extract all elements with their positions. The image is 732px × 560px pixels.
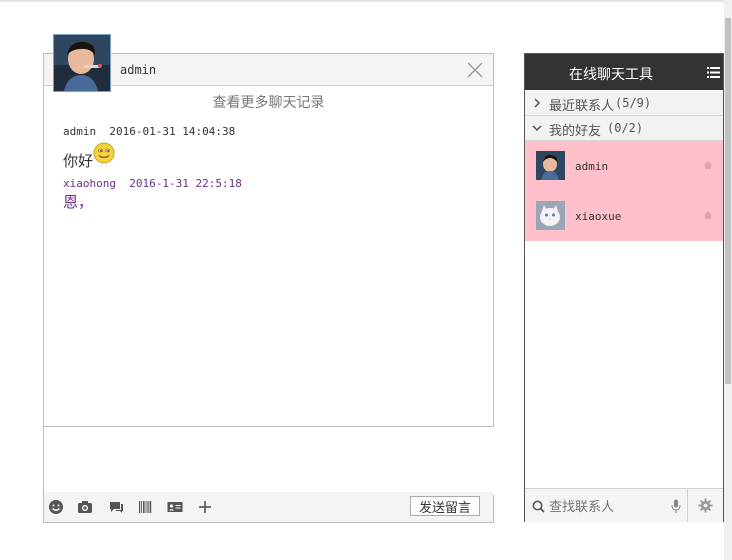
friend-item[interactable]: xiaoxue bbox=[525, 191, 723, 241]
friend-name: xiaoxue bbox=[575, 210, 622, 223]
group-count: (5/9) bbox=[615, 96, 652, 110]
send-message-button[interactable]: 发送留言 bbox=[410, 496, 480, 516]
avatar bbox=[536, 201, 565, 230]
panel-footer bbox=[525, 488, 723, 522]
message-time: 2016-01-31 14:04:38 bbox=[109, 125, 236, 138]
chat-bubble-icon[interactable] bbox=[108, 499, 124, 515]
chat-contact-name: admin bbox=[120, 63, 157, 77]
contact-avatar bbox=[53, 34, 111, 92]
chat-toolbar: 发送留言 bbox=[44, 492, 493, 522]
more-history-link[interactable]: 查看更多聊天记录 bbox=[44, 92, 493, 112]
contact-panel: 在线聊天工具 最近联系人 (5/9) 我的好友 (0/2) admin xiao… bbox=[524, 53, 724, 522]
card-icon[interactable] bbox=[167, 499, 183, 515]
gear-icon[interactable] bbox=[698, 498, 713, 513]
reply-sender: xiaohong bbox=[63, 177, 116, 190]
group-recent-contacts[interactable]: 最近联系人 (5/9) bbox=[525, 91, 723, 116]
top-border bbox=[0, 0, 732, 2]
reply-time: 2016-1-31 22:5:18 bbox=[129, 177, 242, 190]
home-icon bbox=[703, 211, 713, 219]
microphone-icon[interactable] bbox=[671, 499, 681, 514]
home-icon bbox=[703, 161, 713, 169]
panel-title: 在线聊天工具 bbox=[569, 66, 653, 82]
friend-name: admin bbox=[575, 160, 609, 173]
chevron-down-icon bbox=[532, 125, 542, 132]
search-icon bbox=[532, 500, 545, 513]
chevron-right-icon bbox=[534, 98, 541, 108]
close-icon[interactable] bbox=[464, 59, 486, 81]
contact-search-input[interactable] bbox=[549, 496, 664, 516]
scrollbar-thumb[interactable] bbox=[725, 18, 731, 384]
avatar bbox=[536, 151, 565, 180]
smiley-icon[interactable] bbox=[48, 499, 64, 515]
panel-header: 在线聊天工具 bbox=[525, 54, 723, 90]
reply-meta: xiaohong 2016-1-31 22:5:18 bbox=[63, 177, 242, 190]
page-scrollbar[interactable] bbox=[724, 0, 732, 560]
list-menu-icon[interactable] bbox=[707, 67, 720, 78]
group-my-friends[interactable]: 我的好友 (0/2) bbox=[525, 116, 723, 141]
plus-icon[interactable] bbox=[197, 499, 213, 515]
message-meta: admin 2016-01-31 14:04:38 bbox=[63, 125, 235, 138]
reply-text: 恩， bbox=[63, 194, 94, 211]
smiley-emoji-icon bbox=[93, 142, 115, 164]
camera-icon[interactable] bbox=[77, 499, 93, 515]
group-label: 我的好友 bbox=[549, 123, 602, 138]
chat-window: admin 查看更多聊天记录 admin 2016-01-31 14:04:38… bbox=[43, 34, 497, 523]
footer-divider bbox=[687, 489, 688, 522]
message-sender: admin bbox=[63, 125, 97, 138]
message-input[interactable] bbox=[44, 427, 497, 495]
message-text: 你好 bbox=[63, 153, 94, 170]
group-count: (0/2) bbox=[607, 121, 644, 135]
friend-item[interactable]: admin bbox=[525, 141, 723, 191]
barcode-icon[interactable] bbox=[137, 499, 153, 515]
group-label: 最近联系人 bbox=[549, 98, 615, 113]
friend-list: admin xiaoxue bbox=[525, 141, 723, 241]
chat-header: admin bbox=[44, 54, 493, 86]
